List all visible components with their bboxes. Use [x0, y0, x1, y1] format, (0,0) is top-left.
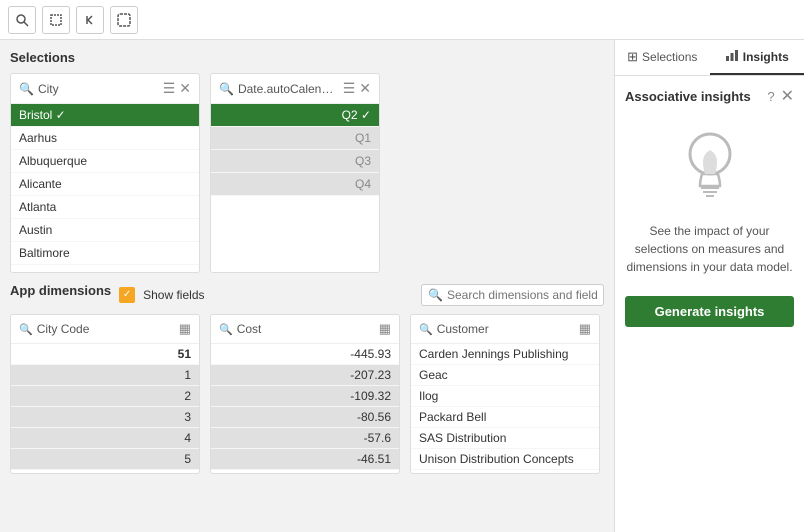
- city-filter-header: 🔍 City ☰ ✕: [11, 74, 199, 104]
- back-btn[interactable]: [76, 6, 104, 34]
- customer-menu-icon[interactable]: ▦: [579, 321, 591, 337]
- cost-header: 🔍 Cost ▦: [211, 315, 399, 344]
- city-code-dimension-card: 🔍 City Code ▦ 51 1 2 3 4 5: [10, 314, 200, 474]
- city-code-title: City Code: [37, 322, 175, 336]
- city-filter-list: Bristol Aarhus Albuquerque Alicante Atla…: [11, 104, 199, 265]
- list-item[interactable]: SAS Distribution: [411, 428, 599, 449]
- show-fields-label: Show fields: [143, 288, 204, 302]
- close-icon[interactable]: ✕: [781, 86, 794, 106]
- city-code-header: 🔍 City Code ▦: [11, 315, 199, 344]
- list-item[interactable]: -46.51: [211, 449, 399, 470]
- show-fields-checkbox[interactable]: ✓: [119, 287, 135, 303]
- list-item[interactable]: Bristol: [11, 104, 199, 127]
- lightbulb-icon: [675, 126, 745, 206]
- list-item[interactable]: -445.93: [211, 344, 399, 365]
- insights-header: Associative insights ? ✕: [625, 86, 794, 106]
- city-code-search-icon: 🔍: [19, 323, 33, 336]
- list-item[interactable]: Carden Jennings Publishing: [411, 344, 599, 365]
- customer-search-icon: 🔍: [419, 323, 433, 336]
- date-search-icon: 🔍: [219, 82, 234, 96]
- list-item[interactable]: 3: [11, 407, 199, 428]
- left-panel: Selections 🔍 City ☰ ✕ Bristol Aarhus: [0, 40, 614, 532]
- main-container: Selections 🔍 City ☰ ✕ Bristol Aarhus: [0, 40, 804, 532]
- toolbar: [0, 0, 804, 40]
- date-filter-actions: ☰ ✕: [343, 80, 371, 97]
- list-item[interactable]: Aarhus: [11, 127, 199, 150]
- date-filter-list: Q2 Q1 Q3 Q4: [211, 104, 379, 196]
- insights-tab-label: Insights: [743, 50, 789, 64]
- customer-list: Carden Jennings Publishing Geac Ilog Pac…: [411, 344, 599, 470]
- list-item[interactable]: Geac: [411, 365, 599, 386]
- city-filter-close-icon[interactable]: ✕: [179, 80, 191, 97]
- customer-title: Customer: [437, 322, 575, 336]
- cost-dimension-card: 🔍 Cost ▦ -445.93 -207.23 -109.32 -80.56 …: [210, 314, 400, 474]
- cost-list: -445.93 -207.23 -109.32 -80.56 -57.6 -46…: [211, 344, 399, 470]
- date-filter-list-icon[interactable]: ☰: [343, 80, 356, 97]
- app-dimensions-section: App dimensions ✓ Show fields 🔍 🔍 City Co…: [10, 283, 604, 474]
- insights-tab-icon: [725, 48, 739, 65]
- date-filter-header: 🔍 Date.autoCalendar.... ☰ ✕: [211, 74, 379, 104]
- cost-search-icon: 🔍: [219, 323, 233, 336]
- filter-cards-row: 🔍 City ☰ ✕ Bristol Aarhus Albuquerque Al…: [10, 73, 604, 273]
- list-item[interactable]: Baltimore: [11, 242, 199, 265]
- app-dimensions-title: App dimensions: [10, 283, 111, 298]
- list-item[interactable]: 4: [11, 428, 199, 449]
- date-filter-close-icon[interactable]: ✕: [359, 80, 371, 97]
- right-panel: ⊞ Selections Insights Associative insigh…: [614, 40, 804, 532]
- tab-insights[interactable]: Insights: [710, 40, 804, 75]
- customer-dimension-card: 🔍 Customer ▦ Carden Jennings Publishing …: [410, 314, 600, 474]
- city-filter-actions: ☰ ✕: [163, 80, 191, 97]
- list-item[interactable]: Alicante: [11, 173, 199, 196]
- city-code-list: 51 1 2 3 4 5: [11, 344, 199, 470]
- city-filter-card: 🔍 City ☰ ✕ Bristol Aarhus Albuquerque Al…: [10, 73, 200, 273]
- city-code-menu-icon[interactable]: ▦: [179, 321, 191, 337]
- lasso-btn[interactable]: [110, 6, 138, 34]
- right-panel-tabs: ⊞ Selections Insights: [615, 40, 804, 76]
- list-item[interactable]: Packard Bell: [411, 407, 599, 428]
- select-rect-btn[interactable]: [42, 6, 70, 34]
- search-icon-btn[interactable]: [8, 6, 36, 34]
- insights-description: See the impact of your selections on mea…: [625, 222, 794, 276]
- list-item[interactable]: Q1: [211, 127, 379, 150]
- list-item[interactable]: Q4: [211, 173, 379, 196]
- city-search-icon: 🔍: [19, 82, 34, 96]
- cost-title: Cost: [237, 322, 375, 336]
- list-item[interactable]: Unison Distribution Concepts: [411, 449, 599, 470]
- search-dimensions-container: 🔍: [421, 284, 604, 306]
- list-item[interactable]: Ilog: [411, 386, 599, 407]
- list-item[interactable]: 1: [11, 365, 199, 386]
- list-item[interactable]: Albuquerque: [11, 150, 199, 173]
- customer-header: 🔍 Customer ▦: [411, 315, 599, 344]
- date-filter-title: Date.autoCalendar....: [238, 82, 339, 96]
- date-filter-card: 🔍 Date.autoCalendar.... ☰ ✕ Q2 Q1 Q3 Q4: [210, 73, 380, 273]
- bulb-container: [625, 126, 794, 206]
- list-item[interactable]: -57.6: [211, 428, 399, 449]
- insights-panel: Associative insights ? ✕ See the impact …: [615, 76, 804, 532]
- app-dimensions-header: App dimensions ✓ Show fields 🔍: [10, 283, 604, 306]
- list-item[interactable]: -109.32: [211, 386, 399, 407]
- list-item[interactable]: Q3: [211, 150, 379, 173]
- associative-insights-title: Associative insights: [625, 89, 761, 104]
- city-filter-list-icon[interactable]: ☰: [163, 80, 176, 97]
- list-item[interactable]: -80.56: [211, 407, 399, 428]
- cost-menu-icon[interactable]: ▦: [379, 321, 391, 337]
- list-item[interactable]: -207.23: [211, 365, 399, 386]
- list-item[interactable]: Q2: [211, 104, 379, 127]
- selections-area: Selections 🔍 City ☰ ✕ Bristol Aarhus: [10, 50, 604, 273]
- tab-selections[interactable]: ⊞ Selections: [615, 40, 710, 75]
- selections-title: Selections: [10, 50, 604, 65]
- dimension-cards-row: 🔍 City Code ▦ 51 1 2 3 4 5: [10, 314, 604, 474]
- selections-tab-label: Selections: [642, 50, 697, 64]
- list-item[interactable]: 51: [11, 344, 199, 365]
- city-filter-title: City: [38, 82, 159, 96]
- selections-tab-icon: ⊞: [627, 49, 638, 65]
- list-item[interactable]: Atlanta: [11, 196, 199, 219]
- help-icon[interactable]: ?: [767, 89, 774, 104]
- list-item[interactable]: 5: [11, 449, 199, 470]
- list-item[interactable]: Austin: [11, 219, 199, 242]
- list-item[interactable]: 2: [11, 386, 199, 407]
- search-dimensions-input[interactable]: [447, 288, 597, 302]
- search-dimensions-icon: 🔍: [428, 288, 443, 302]
- generate-insights-button[interactable]: Generate insights: [625, 296, 794, 327]
